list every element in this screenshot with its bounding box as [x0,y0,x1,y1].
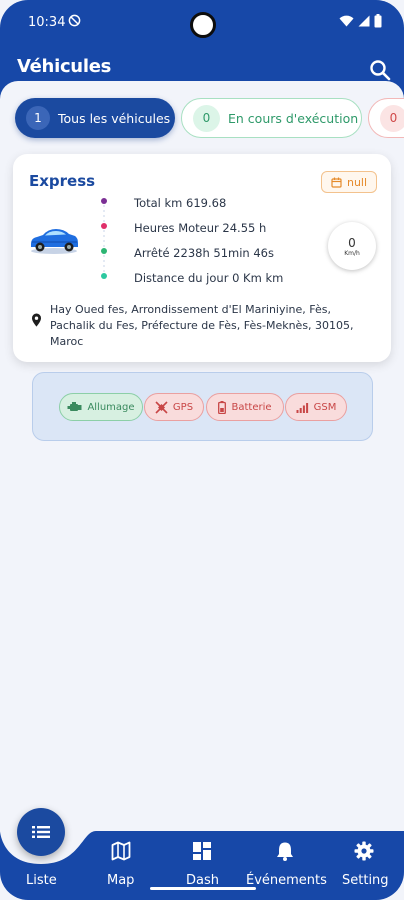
date-badge: null [321,171,377,193]
gps-off-icon [155,400,168,414]
search-icon[interactable] [369,59,391,81]
filter-all-vehicles[interactable]: 1 Tous les véhicules [15,98,175,138]
stopped-duration-stat: Arrêté 2238h 51min 46s [134,246,274,260]
filter-count: 1 [26,106,50,130]
nav-label-dash: Dash [186,873,219,888]
calendar-icon [331,177,342,188]
vehicle-address: Hay Oued fes, Arrondissement d'El Marini… [50,303,354,348]
vehicle-card[interactable]: Express null Total km 619.68 Heures Mote… [13,154,391,362]
day-distance-stat: Distance du jour 0 Km km [134,271,284,285]
location-pin-icon [31,313,42,327]
nav-label-map: Map [107,873,135,888]
gsm-status[interactable]: GSM [285,393,347,421]
ignition-status[interactable]: Allumage [59,393,143,421]
battery-status-icon [218,400,227,414]
nav-label-list: Liste [26,873,57,888]
map-icon [111,841,131,861]
date-badge-label: null [346,175,368,189]
filter-stopped[interactable]: 0 [368,98,404,138]
gps-label: GPS [172,401,194,413]
signal-icon [358,15,370,27]
battery-status[interactable]: Batterie [206,393,284,421]
speed-value: 0 [348,235,356,250]
total-km-stat: Total km 619.68 [134,196,227,210]
status-bar: 10:34 [0,0,404,46]
battery-icon [374,14,382,28]
stats-timeline [101,198,107,279]
engine-icon [67,401,82,411]
ignition-label: Allumage [87,401,135,413]
camera-cutout [190,12,216,38]
nav-item-settings[interactable]: Setting [334,831,398,900]
engine-hours-stat: Heures Moteur 24.55 h [134,221,267,235]
filter-count: 0 [193,104,220,132]
filter-running[interactable]: 0 En cours d'exécution [181,98,362,138]
status-time: 10:34 [28,15,66,30]
filter-tabs: 1 Tous les véhicules 0 En cours d'exécut… [15,98,404,140]
nav-label-events: Événements [246,873,327,888]
filter-label: En cours d'exécution [228,110,359,126]
do-not-disturb-icon [68,14,81,27]
nav-item-events[interactable]: Événements [244,831,327,900]
gear-icon [354,841,374,861]
gps-status[interactable]: GPS [144,393,204,421]
home-indicator[interactable] [150,887,256,890]
nav-item-list[interactable]: Liste [0,831,82,900]
speed-gauge: 0 Km/h [328,222,376,270]
filter-count: 0 [380,104,404,132]
signal-bars-icon [296,402,308,413]
bell-icon [277,842,293,861]
sensor-status-panel: Allumage GPS Batterie GSM [32,372,373,441]
gsm-label: GSM [313,401,337,413]
nav-item-map[interactable]: Map [92,831,152,900]
battery-label: Batterie [231,401,272,413]
page-title: Véhicules [17,56,112,77]
phone-screen: 10:34 Véhicules 1 Tous les véhicules 0 E… [0,0,404,900]
speed-unit: Km/h [344,249,360,257]
nav-label-settings: Setting [342,873,389,888]
dashboard-icon [193,842,211,860]
filter-label: Tous les véhicules [58,110,171,126]
wifi-icon [339,15,354,27]
vehicle-name: Express [29,172,96,190]
car-icon [31,229,78,254]
